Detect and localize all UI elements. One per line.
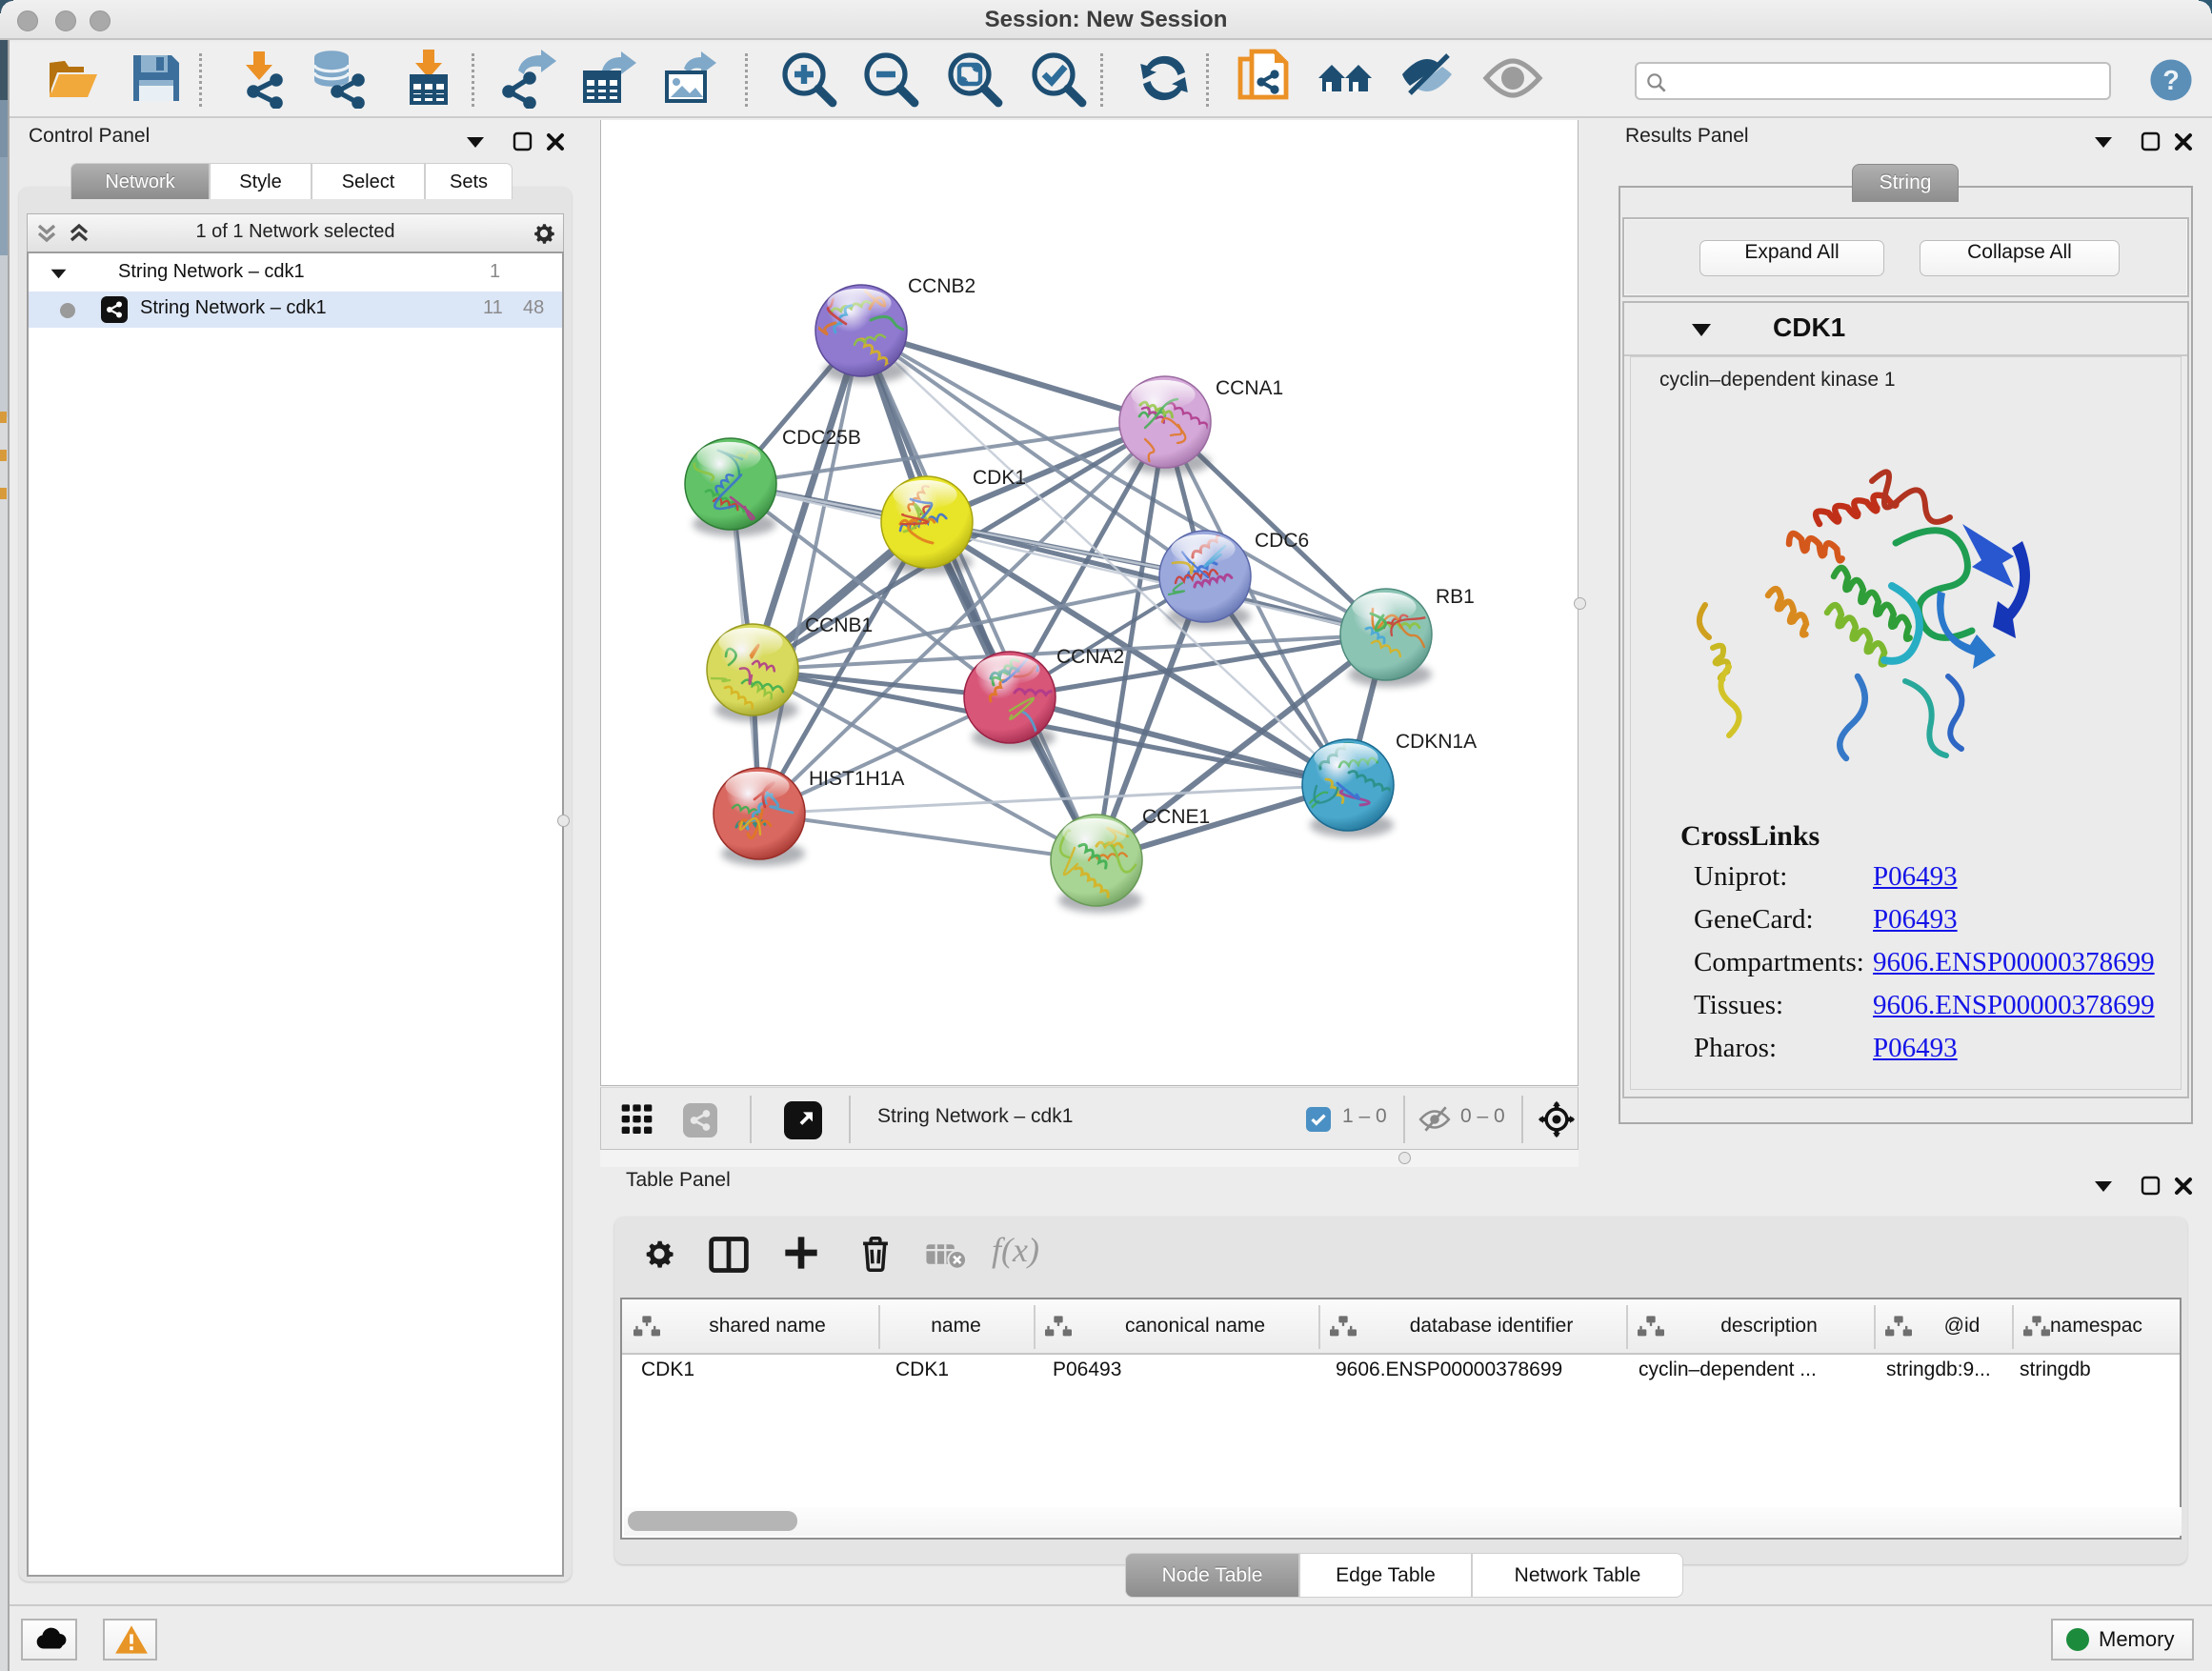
svg-text:CDC6: CDC6 [1255, 530, 1309, 552]
svg-text:?: ? [2162, 66, 2180, 96]
svg-text:CCNA1: CCNA1 [1216, 377, 1283, 399]
svg-text:CCNA2: CCNA2 [1056, 646, 1124, 668]
svg-text:CCNE1: CCNE1 [1142, 806, 1210, 828]
svg-text:RB1: RB1 [1436, 586, 1475, 608]
svg-text:CCNB1: CCNB1 [805, 614, 873, 636]
svg-text:CDC25B: CDC25B [782, 427, 861, 449]
svg-text:CDK1: CDK1 [973, 467, 1026, 489]
svg-text:HIST1H1A: HIST1H1A [809, 768, 904, 790]
svg-text:CCNB2: CCNB2 [908, 275, 975, 297]
svg-text:CDKN1A: CDKN1A [1396, 731, 1477, 753]
